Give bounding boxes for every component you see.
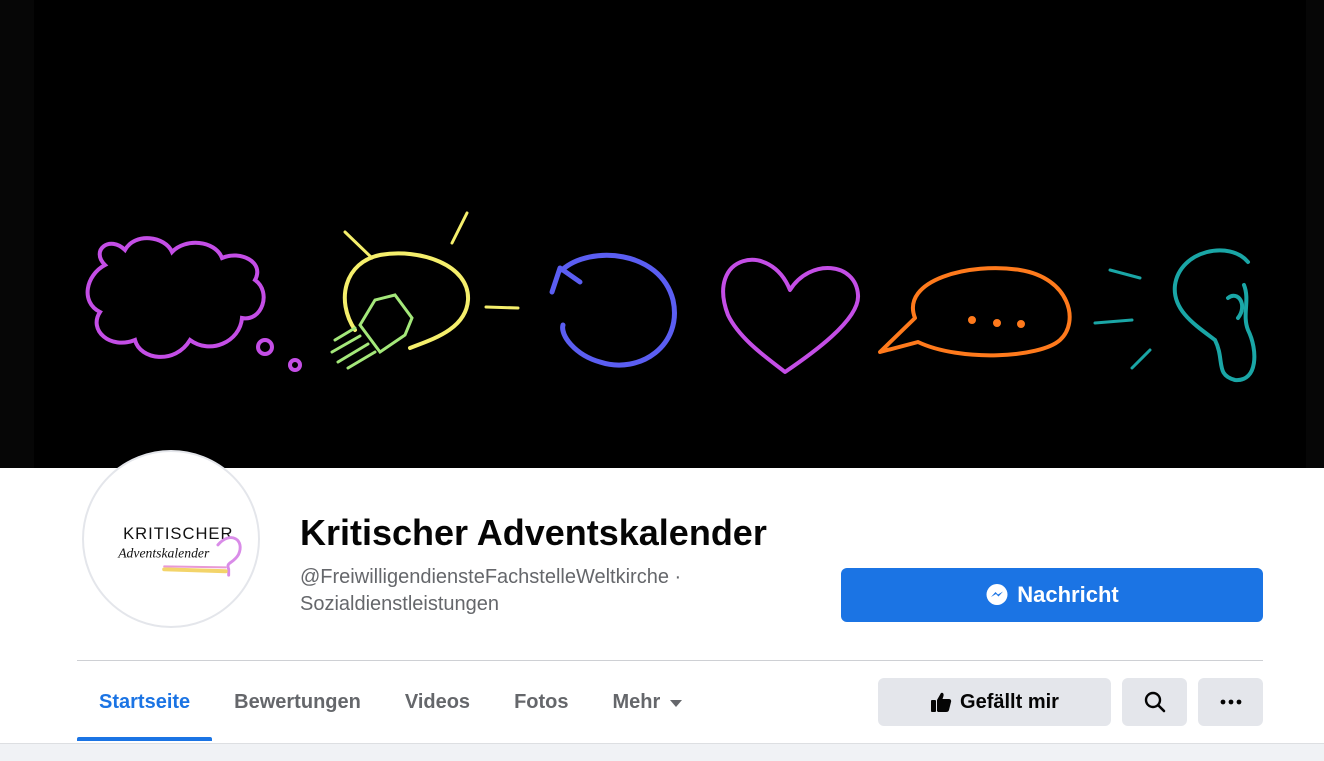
page-title: Kritischer Adventskalender [300, 512, 767, 553]
page-category[interactable]: Sozialdienstleistungen [300, 593, 499, 615]
heart-icon [721, 257, 860, 374]
thumbs-up-icon [931, 692, 952, 712]
ear-icon [1093, 248, 1257, 382]
speech-bubble-icon [878, 266, 1072, 358]
meta-separator: · [674, 566, 682, 588]
search-button[interactable] [1122, 678, 1187, 726]
caret-down-icon [670, 691, 683, 714]
message-button-label: Nachricht [1017, 582, 1119, 607]
light-bulb-icon [330, 211, 520, 370]
tab-label: Bewertungen [234, 690, 361, 713]
tab-mehr[interactable]: Mehr [591, 663, 705, 741]
page-logo: KRITISCHER Adventskalender [117, 524, 242, 577]
avatar-line2: Adventskalender [117, 546, 210, 561]
page-username[interactable]: @FreiwilligendiensteFachstelleWeltkirche [300, 566, 669, 588]
tab-label: Videos [404, 690, 471, 713]
avatar-line1: KRITISCHER [123, 524, 233, 543]
cover-photo[interactable] [0, 0, 1324, 468]
profile-picture[interactable]: KRITISCHER Adventskalender [82, 450, 260, 628]
thought-cloud-icon [85, 236, 302, 372]
tab-label: Startseite [99, 690, 191, 713]
cover-illustration [0, 0, 1324, 468]
refresh-circle-icon [549, 252, 677, 368]
tab-fotos[interactable]: Fotos [492, 663, 590, 741]
search-icon [1144, 691, 1165, 713]
tab-startseite[interactable]: Startseite [77, 663, 213, 741]
header-divider [77, 660, 1263, 661]
page-tabs: Startseite Bewertungen Videos Fotos Mehr [77, 663, 704, 743]
tab-label: Fotos [514, 690, 569, 713]
more-button[interactable] [1198, 678, 1263, 726]
tab-videos[interactable]: Videos [383, 663, 492, 741]
message-button[interactable]: Nachricht [841, 568, 1263, 622]
tab-bewertungen[interactable]: Bewertungen [212, 663, 383, 741]
like-button-label: Gefällt mir [960, 690, 1059, 713]
tab-label: Mehr [612, 690, 661, 713]
page-meta: @FreiwilligendiensteFachstelleWeltkirche… [300, 564, 780, 618]
messenger-icon [986, 584, 1008, 605]
more-icon [1220, 699, 1241, 705]
like-button[interactable]: Gefällt mir [878, 678, 1111, 726]
content-area-top [0, 743, 1324, 761]
